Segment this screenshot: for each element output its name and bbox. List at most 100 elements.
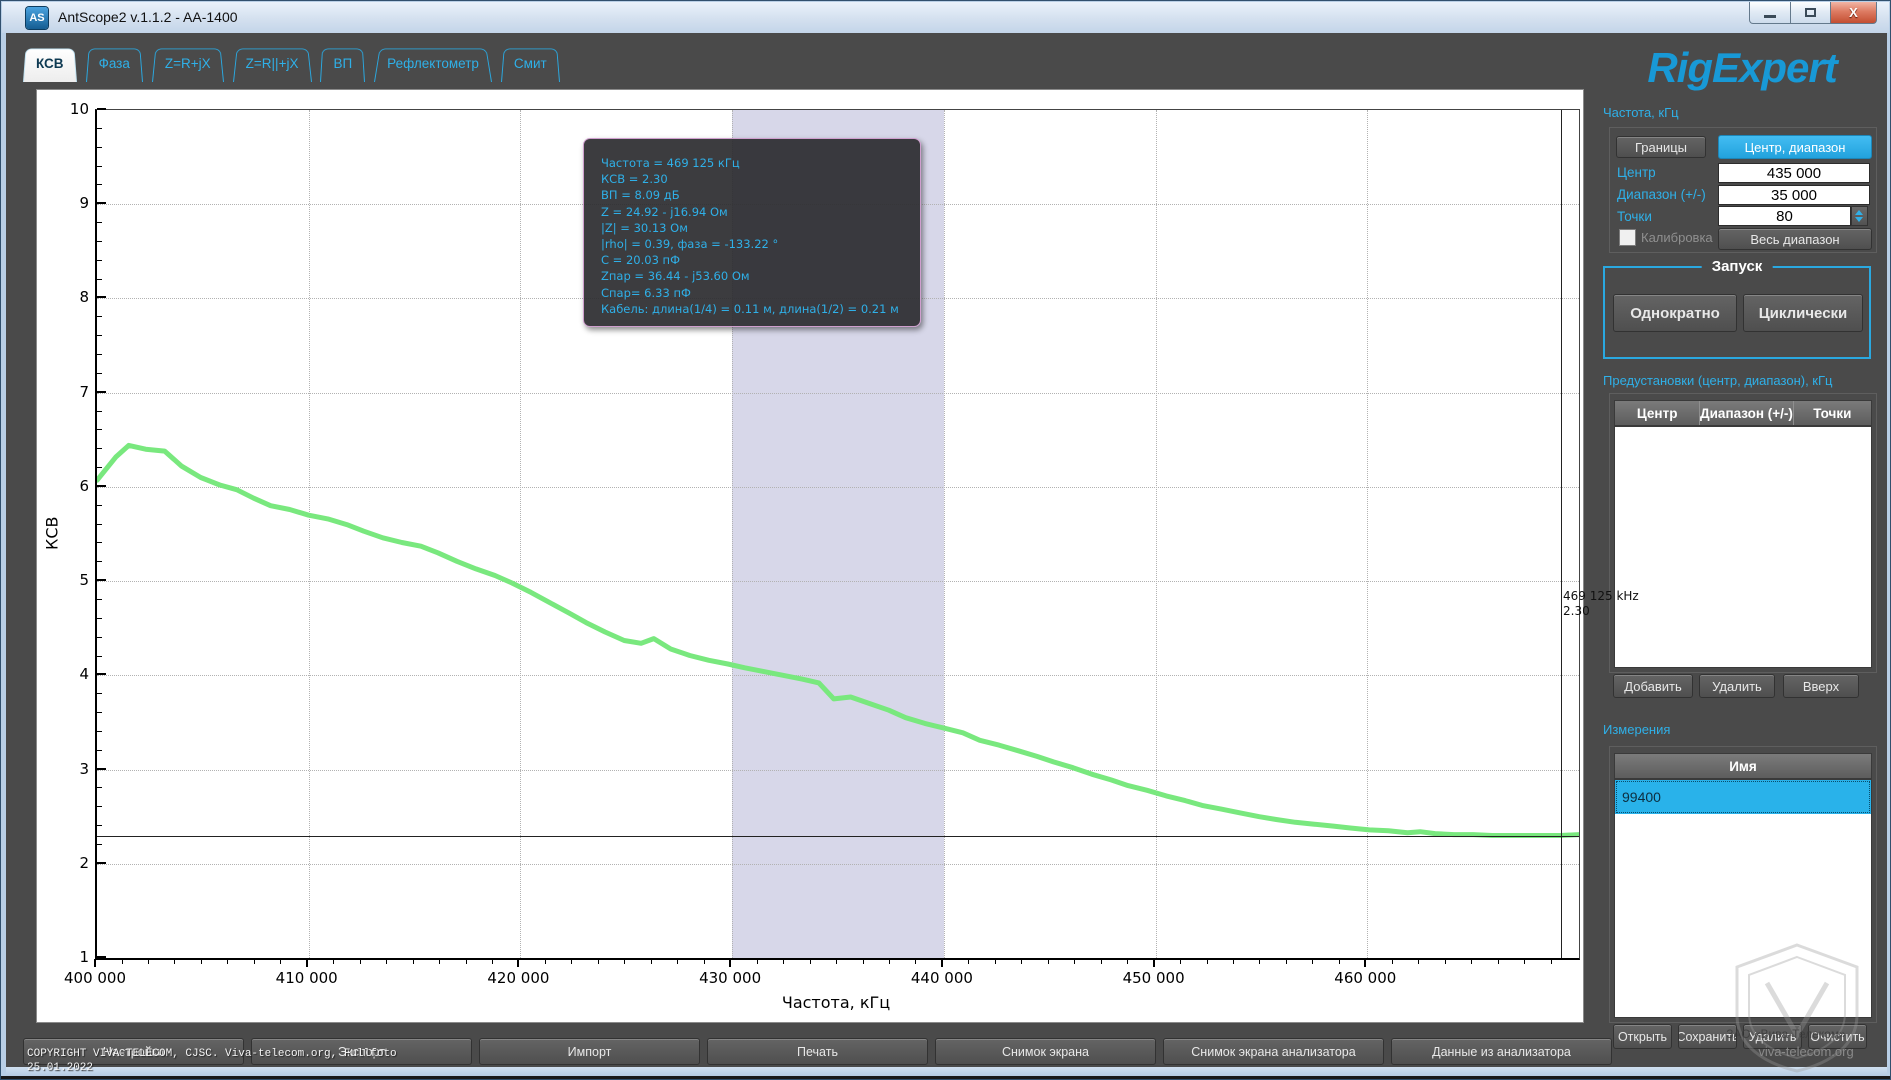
center-frequency-input[interactable]	[1718, 163, 1870, 183]
tab-Смит[interactable]: Смит	[501, 45, 560, 82]
y-minor-tick	[97, 731, 102, 732]
run-single-button[interactable]: Однократно	[1613, 294, 1737, 332]
minimize-button[interactable]	[1749, 2, 1791, 24]
measurements-section-title: Измерения	[1603, 722, 1670, 737]
x-minor-tick	[995, 959, 996, 964]
x-minor-tick	[386, 959, 387, 964]
y-tick-label: 9	[45, 194, 89, 212]
y-tick-mark	[97, 579, 106, 581]
tooltip-line: Zпар = 36.44 - j53.60 Ом	[601, 268, 906, 284]
y-minor-tick	[97, 128, 102, 129]
toolbar-button-4[interactable]: Снимок экрана	[935, 1038, 1156, 1065]
x-minor-tick	[1498, 959, 1499, 964]
tab-ВП[interactable]: ВП	[320, 45, 365, 82]
tab-label: Фаза	[99, 56, 130, 71]
toolbar-button-2[interactable]: Импорт	[479, 1038, 700, 1065]
x-tick-label: 450 000	[1094, 969, 1214, 987]
y-tick-label: 3	[45, 760, 89, 778]
x-minor-tick	[810, 959, 811, 964]
x-minor-tick	[836, 959, 837, 964]
rigexpert-logo: RigExpert	[1609, 41, 1875, 95]
x-minor-tick	[757, 959, 758, 964]
y-minor-tick	[97, 448, 102, 449]
tab-bar: КСВ Фаза Z=R+jX Z=R||+jXВП Рефлектометр Смит	[23, 45, 560, 82]
x-minor-tick	[466, 959, 467, 964]
x-minor-tick	[624, 959, 625, 964]
preset-up-button[interactable]: Вверх	[1783, 674, 1859, 698]
x-tick-mark	[1153, 959, 1155, 967]
window-controls: X	[1749, 2, 1877, 24]
cursor-vertical-line	[1561, 110, 1562, 958]
x-minor-tick	[280, 959, 281, 964]
x-minor-tick	[1127, 959, 1128, 964]
y-minor-tick	[97, 618, 102, 619]
boundaries-mode-button[interactable]: Границы	[1616, 136, 1706, 158]
x-minor-tick	[148, 959, 149, 964]
x-minor-tick	[783, 959, 784, 964]
y-tick-mark	[97, 862, 106, 864]
tooltip-line: Z = 24.92 - j16.94 Ом	[601, 204, 906, 220]
x-minor-tick	[492, 959, 493, 964]
measurement-row[interactable]: 99400	[1615, 780, 1871, 814]
x-tick-mark	[306, 959, 308, 967]
tooltip-line: |rho| = 0.39, фаза = -133.22 °	[601, 236, 906, 252]
y-tick-mark	[97, 202, 106, 204]
span-input[interactable]	[1718, 185, 1870, 205]
full-range-button[interactable]: Весь диапазон	[1718, 228, 1872, 250]
x-minor-tick	[1048, 959, 1049, 964]
tab-label: Рефлектометр	[387, 56, 479, 71]
tab-label: Z=R+jX	[165, 56, 211, 71]
y-tick-mark	[97, 956, 106, 958]
x-minor-tick	[1524, 959, 1525, 964]
y-minor-tick	[97, 787, 102, 788]
x-tick-mark	[94, 959, 96, 967]
y-tick-mark	[97, 391, 106, 393]
x-minor-tick	[598, 959, 599, 964]
toolbar-button-6[interactable]: Данные из анализатора	[1391, 1038, 1612, 1065]
presets-column-2: Точки	[1794, 401, 1871, 425]
x-tick-mark	[729, 959, 731, 967]
presets-table-body[interactable]	[1614, 426, 1872, 668]
x-minor-tick	[1233, 959, 1234, 964]
preset-delete-button[interactable]: Удалить	[1699, 674, 1775, 698]
preset-add-button[interactable]: Добавить	[1613, 674, 1693, 698]
app-icon: AS	[26, 7, 48, 29]
x-tick-label: 400 000	[35, 969, 155, 987]
close-button[interactable]: X	[1831, 2, 1877, 24]
maximize-button[interactable]	[1791, 2, 1831, 24]
frequency-section-title: Частота, кГц	[1603, 105, 1679, 120]
x-minor-tick	[1021, 959, 1022, 964]
x-minor-tick	[571, 959, 572, 964]
y-minor-tick	[97, 542, 102, 543]
y-minor-tick	[97, 241, 102, 242]
cursor-frequency: 469 125 kHz	[1563, 589, 1639, 604]
points-input[interactable]	[1718, 206, 1851, 226]
tooltip-line: |Z| = 30.13 Ом	[601, 220, 906, 236]
x-tick-label: 440 000	[882, 969, 1002, 987]
tab-Z=R+jX[interactable]: Z=R+jX	[152, 45, 224, 82]
y-minor-tick	[97, 637, 102, 638]
presets-section-title: Предустановки (центр, диапазон), кГц	[1603, 373, 1832, 388]
calibration-checkbox[interactable]	[1619, 229, 1636, 246]
y-minor-tick	[97, 184, 102, 185]
run-continuous-button[interactable]: Циклически	[1743, 294, 1863, 332]
measurement-open-button[interactable]: Открыть	[1613, 1024, 1672, 1049]
calibration-label: Калибровка	[1641, 230, 1713, 245]
points-spinner[interactable]	[1851, 206, 1868, 226]
presets-column-1: Диапазон (+/-)	[1700, 401, 1793, 425]
chart-panel: КСВ Частота, кГц Частота = 469 125 кГцКС…	[36, 89, 1584, 1023]
x-minor-tick	[1551, 959, 1552, 964]
tab-Z=R||+jX[interactable]: Z=R||+jX	[233, 45, 312, 82]
tab-Фаза[interactable]: Фаза	[86, 45, 143, 82]
points-field-label: Точки	[1617, 209, 1652, 224]
center-span-mode-button[interactable]: Центр, диапазон	[1718, 135, 1872, 159]
tab-КСВ[interactable]: КСВ	[23, 45, 77, 82]
toolbar-button-3[interactable]: Печать	[707, 1038, 928, 1065]
y-tick-label: 2	[45, 854, 89, 872]
x-minor-tick	[122, 959, 123, 964]
center-field-label: Центр	[1617, 165, 1656, 180]
y-minor-tick	[97, 656, 102, 657]
toolbar-button-5[interactable]: Снимок экрана анализатора	[1163, 1038, 1384, 1065]
tab-Рефлектометр[interactable]: Рефлектометр	[374, 45, 492, 82]
tooltip-line: Частота = 469 125 кГц	[601, 155, 906, 171]
